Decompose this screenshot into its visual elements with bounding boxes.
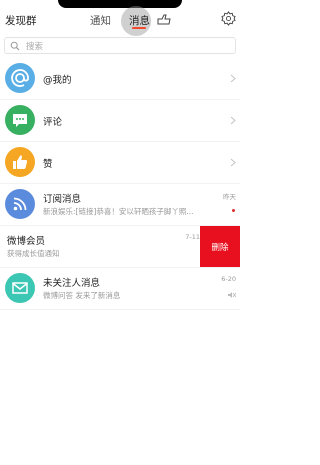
unread-dot xyxy=(232,209,235,212)
list-item-preview: 新浪娱乐:[链接]恭喜！安以轩晒孩子脚丫照... xyxy=(43,207,194,216)
swiped-row-content: 微博会员 获得成长值通知 7-11 xyxy=(0,226,200,267)
list-item-title: 赞 xyxy=(43,159,53,170)
discover-groups-button[interactable]: 发现群 xyxy=(5,13,37,28)
list-item-unfollowed-messages[interactable]: 未关注人消息 微博问答 发来了新消息 6-20 xyxy=(0,268,240,310)
search-icon xyxy=(10,41,20,51)
list-item-title: 订阅消息 xyxy=(43,194,82,205)
tab-messages[interactable]: 消息 xyxy=(129,13,150,28)
search-bar[interactable]: 搜索 xyxy=(4,37,236,54)
comment-icon xyxy=(5,105,35,135)
header: 发现群 通知 消息 xyxy=(0,0,240,36)
compose-icon[interactable] xyxy=(157,13,171,25)
thumbs-up-icon xyxy=(5,147,35,177)
list-item-title: 微博会员 xyxy=(7,236,46,247)
search-placeholder: 搜索 xyxy=(26,42,44,52)
list-item-title: 评论 xyxy=(43,117,63,128)
list-item-time: 7-11 xyxy=(185,233,200,241)
gear-icon[interactable] xyxy=(221,11,236,26)
tab-notifications[interactable]: 通知 xyxy=(90,13,111,28)
messages-screen: 发现群 通知 消息 搜索 @我的 评论 赞 订阅消息 新浪娱乐:[链接]恭喜！安… xyxy=(0,0,240,465)
chevron-right-icon xyxy=(230,116,236,125)
chevron-right-icon xyxy=(230,158,236,167)
delete-button[interactable]: 删除 xyxy=(200,226,240,267)
list-item-title: 未关注人消息 xyxy=(43,278,101,289)
list-item-subscriptions[interactable]: 订阅消息 新浪娱乐:[链接]恭喜！安以轩晒孩子脚丫照... 昨天 xyxy=(0,184,240,226)
list-item-time: 昨天 xyxy=(223,193,236,201)
list-item-title: @我的 xyxy=(43,75,72,86)
active-tab-indicator xyxy=(132,27,146,29)
mute-icon xyxy=(228,292,237,298)
list-item-weibo-vip[interactable]: 微博会员 获得成长值通知 7-11 删除 xyxy=(0,226,240,268)
list-item-comments[interactable]: 评论 xyxy=(0,100,240,142)
at-icon xyxy=(5,63,35,93)
list-item-mentions[interactable]: @我的 xyxy=(0,58,240,100)
list-item-likes[interactable]: 赞 xyxy=(0,142,240,184)
mail-icon xyxy=(5,273,35,303)
list-item-time: 6-20 xyxy=(221,275,236,283)
list-item-preview: 微博问答 发来了新消息 xyxy=(43,291,121,300)
chevron-right-icon xyxy=(230,74,236,83)
list-item-preview: 获得成长值通知 xyxy=(7,249,60,258)
rss-icon xyxy=(5,189,35,219)
